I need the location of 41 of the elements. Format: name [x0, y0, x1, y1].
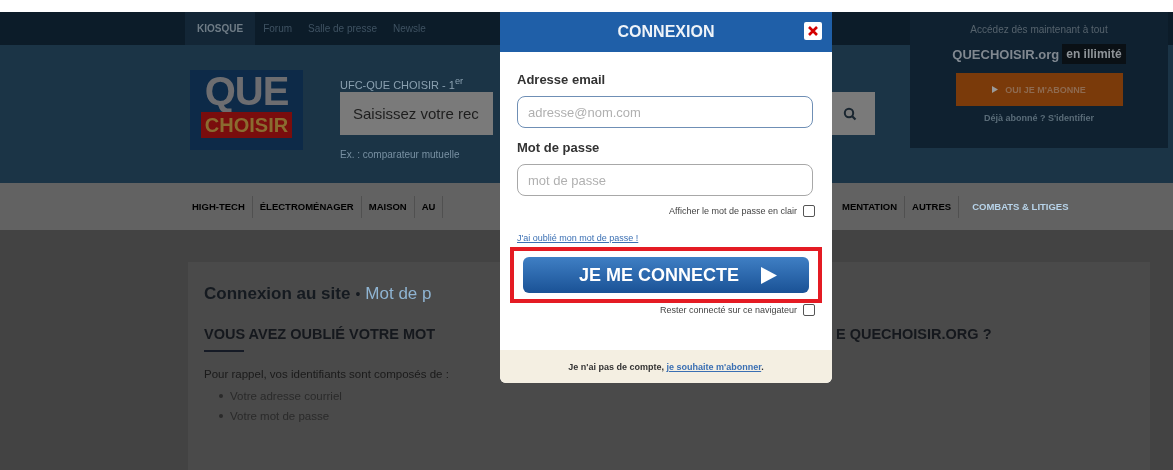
- signup-link[interactable]: je souhaite m'abonner: [666, 361, 762, 372]
- category-link[interactable]: AUTRES: [905, 195, 960, 218]
- category-link[interactable]: MENTATION: [835, 195, 906, 218]
- category-link[interactable]: MAISON: [361, 195, 415, 218]
- bullet-icon: [219, 394, 223, 398]
- email-field[interactable]: adresse@nom.com: [517, 96, 813, 128]
- search-field[interactable]: Saisissez votre rec: [340, 92, 493, 135]
- bullet-icon: [219, 414, 223, 418]
- unlimited-badge: en illimité: [1062, 44, 1126, 64]
- signup-text: Je n'ai pas de compte, je souhaite m'abonner.: [568, 361, 764, 372]
- checkbox[interactable]: [803, 304, 815, 316]
- search-icon: [843, 106, 857, 121]
- checkbox-label: Rester connecté sur ce navigateur: [659, 305, 797, 315]
- title-separator: •: [355, 286, 361, 302]
- close-button[interactable]: [804, 22, 822, 40]
- top-nav-link[interactable]: Newsle: [384, 12, 434, 45]
- login-link[interactable]: Déjà abonné ? S'identifier: [983, 113, 1095, 123]
- search-example: Ex. : comparateur mutuelle: [340, 149, 460, 160]
- subscribe-button[interactable]: OUI JE M'ABONNE: [955, 73, 1123, 106]
- tagline: UFC-QUE CHOISIR - 1$^{er}$: [340, 76, 464, 92]
- top-nav-link[interactable]: Forum: [255, 12, 301, 45]
- login-button[interactable]: JE ME CONNECTE: [523, 257, 809, 293]
- page-subtitle: Mot de p: [365, 284, 432, 304]
- forgot-password-link[interactable]: J'ai oublié mon mot de passe !: [517, 233, 815, 243]
- category-link[interactable]: COMBATS & LITIGES: [965, 195, 1076, 218]
- checkbox-label: Afficher le mot de passe en clair: [669, 206, 797, 216]
- category-link[interactable]: AU: [414, 195, 444, 218]
- logo[interactable]: QUE CHOISIR: [190, 70, 303, 150]
- field-label: Mot de passe: [517, 140, 601, 155]
- password-field[interactable]: mot de passe: [517, 164, 813, 196]
- field-label: Adresse email: [517, 72, 607, 87]
- checkbox[interactable]: [803, 205, 815, 217]
- brand-name: QUECHOISIR.org: [952, 46, 1060, 62]
- category-link[interactable]: ÉLECTROMÉNAGER: [252, 195, 362, 218]
- play-icon: [761, 266, 777, 284]
- subscribe-intro: Accédez dès maintenant à tout: [970, 24, 1108, 35]
- close-icon: [808, 26, 818, 36]
- dialog-title: CONNEXION: [617, 23, 715, 41]
- top-nav-link[interactable]: KIOSQUE: [185, 12, 256, 45]
- play-icon: [992, 86, 999, 93]
- category-link[interactable]: HIGH-TECH: [185, 195, 253, 218]
